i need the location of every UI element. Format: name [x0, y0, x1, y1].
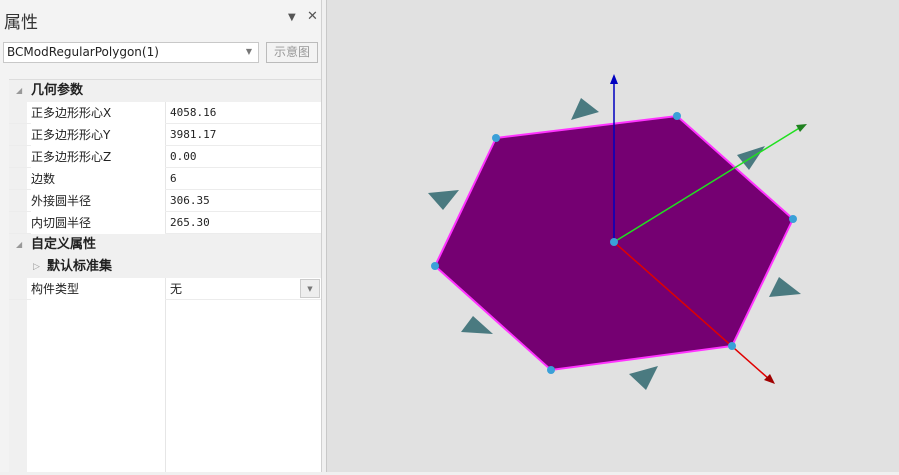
- category-default-standard[interactable]: ▷ 默认标准集: [9, 256, 321, 278]
- triangle-marker-icon: [571, 98, 599, 120]
- panel-title: 属性: [4, 13, 38, 33]
- panel-menu-icon[interactable]: ▼: [288, 12, 296, 23]
- schematic-button[interactable]: 示意图: [266, 42, 318, 63]
- property-grid: ◢ 几何参数 正多边形形心X 4058.16 正多边形形心Y 3981.17 正多边形…: [9, 79, 321, 472]
- object-select-value: BCModRegularPolygon(1): [7, 45, 159, 59]
- 3d-viewport[interactable]: [326, 0, 899, 472]
- dropdown-button[interactable]: ▼: [300, 279, 320, 298]
- property-row[interactable]: 正多边形形心X 4058.16: [9, 102, 321, 124]
- close-icon[interactable]: ✕: [307, 9, 318, 24]
- object-select[interactable]: BCModRegularPolygon(1) ▼: [3, 42, 259, 63]
- triangle-marker-icon: [769, 277, 801, 297]
- viewport-canvas: [428, 74, 807, 390]
- category-custom[interactable]: ◢ 自定义属性: [9, 234, 321, 256]
- collapse-icon[interactable]: ◢: [16, 80, 22, 102]
- triangle-marker-icon: [629, 366, 658, 390]
- property-row[interactable]: 边数 6: [9, 168, 321, 190]
- properties-panel: 属性 ▼ ✕ BCModRegularPolygon(1) ▼ 示意图 ◢ 几何参数…: [0, 0, 322, 472]
- collapse-icon[interactable]: ◢: [16, 234, 22, 256]
- category-geometry[interactable]: ◢ 几何参数: [9, 80, 321, 102]
- expand-icon[interactable]: ▷: [33, 256, 40, 278]
- property-row[interactable]: 外接圆半径 306.35: [9, 190, 321, 212]
- property-row[interactable]: 构件类型无 ▼: [9, 278, 321, 300]
- chevron-down-icon: ▼: [245, 47, 252, 56]
- property-row[interactable]: 正多边形形心Y 3981.17: [9, 124, 321, 146]
- y-arrow-icon: [796, 124, 807, 132]
- property-row[interactable]: 正多边形形心Z 0.00: [9, 146, 321, 168]
- triangle-marker-icon: [461, 316, 493, 334]
- z-arrow-icon: [610, 74, 618, 84]
- property-row[interactable]: 内切圆半径 265.30: [9, 212, 321, 234]
- triangle-marker-icon: [428, 190, 459, 210]
